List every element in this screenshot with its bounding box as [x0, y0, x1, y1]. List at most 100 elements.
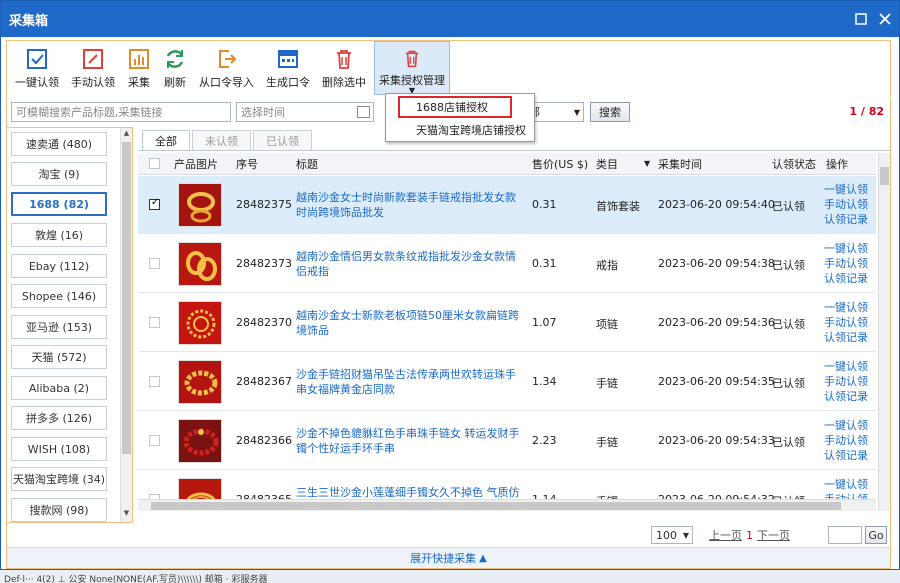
- one-click-claim-link[interactable]: 一键认领: [824, 182, 868, 197]
- generate-code-button[interactable]: 生成口令: [262, 41, 314, 95]
- toolbar-label: 手动认领: [71, 76, 115, 89]
- go-button[interactable]: Go: [865, 526, 887, 544]
- row-id: 28482367: [236, 375, 292, 388]
- sidebar-item-soukuan[interactable]: 搜款网 (98): [11, 498, 107, 522]
- header-price[interactable]: 售价(US $): [532, 156, 588, 172]
- table-row[interactable]: 28482373 越南沙金情侣男女款条纹戒指批发沙金女款情侣戒指 0.31 戒指…: [138, 235, 876, 293]
- row-checkbox[interactable]: [149, 376, 160, 387]
- trash-icon: [405, 50, 419, 68]
- header-category[interactable]: 类目: [596, 156, 618, 172]
- menu-item-1688-shop-auth[interactable]: 1688店铺授权: [398, 96, 512, 118]
- import-from-code-button[interactable]: 从口令导入: [195, 41, 258, 95]
- product-image[interactable]: [178, 183, 222, 227]
- row-checkbox[interactable]: [149, 258, 160, 269]
- one-click-claim-button[interactable]: 一键认领: [11, 41, 63, 95]
- tab-claimed[interactable]: 已认领: [253, 130, 312, 150]
- tab-all[interactable]: 全部: [142, 130, 190, 150]
- row-title[interactable]: 越南沙金女士时尚新款套装手链戒指批发女款时尚跨境饰品批发: [296, 190, 524, 220]
- row-category: 戒指: [596, 259, 618, 272]
- claim-record-link[interactable]: 认领记录: [824, 271, 868, 286]
- refresh-button[interactable]: 刷新: [159, 41, 191, 95]
- sidebar-item-shopee[interactable]: Shopee (146): [11, 284, 107, 308]
- one-click-claim-link[interactable]: 一键认领: [824, 418, 868, 433]
- sidebar-item-wish[interactable]: WISH (108): [11, 437, 107, 461]
- table-row[interactable]: 28482366 沙金不掉色貔貅红色手串珠手链女 转运发财手镯个性好运手环手串 …: [138, 412, 876, 470]
- manual-claim-link[interactable]: 手动认领: [824, 374, 868, 389]
- sidebar-item-taobao[interactable]: 淘宝 (9): [11, 162, 107, 186]
- manual-claim-button[interactable]: 手动认领: [67, 41, 119, 95]
- sidebar-item-tmall[interactable]: 天猫 (572): [11, 345, 107, 369]
- next-page-link[interactable]: 下一页: [757, 527, 790, 543]
- product-image[interactable]: [178, 419, 222, 463]
- row-time: 2023-06-20 09:54:33: [658, 434, 775, 447]
- collect-button[interactable]: 采集: [123, 41, 155, 95]
- manual-claim-link[interactable]: 手动认领: [824, 256, 868, 271]
- page-size-select[interactable]: 100 ▼: [651, 526, 693, 544]
- header-status[interactable]: 认领状态: [772, 156, 816, 172]
- one-click-claim-link[interactable]: 一键认领: [824, 477, 868, 492]
- maximize-icon: [855, 13, 867, 25]
- table-row[interactable]: 28482367 沙金手链招财猫吊坠古法传承两世欢转运珠手串女福牌黄金店同款 1…: [138, 353, 876, 411]
- sort-caret-icon[interactable]: ▼: [644, 159, 650, 168]
- sidebar-item-dunhuang[interactable]: 敦煌 (16): [11, 223, 107, 247]
- delete-selected-button[interactable]: 删除选中: [318, 41, 370, 95]
- row-category: 手链: [596, 377, 618, 390]
- scroll-down-icon[interactable]: ▼: [121, 509, 132, 521]
- product-image[interactable]: [178, 242, 222, 286]
- row-checkbox[interactable]: [149, 197, 160, 210]
- one-click-claim-link[interactable]: 一键认领: [824, 241, 868, 256]
- row-ops: 一键认领 手动认领 认领记录: [824, 182, 868, 227]
- claim-record-link[interactable]: 认领记录: [824, 448, 868, 463]
- go-to-page-input[interactable]: [828, 526, 862, 544]
- product-image[interactable]: [178, 301, 222, 345]
- claim-record-link[interactable]: 认领记录: [824, 389, 868, 404]
- sidebar-item-1688[interactable]: 1688 (82): [11, 192, 107, 216]
- time-picker-input[interactable]: 选择时间: [236, 102, 374, 122]
- sidebar-item-amazon[interactable]: 亚马逊 (153): [11, 315, 107, 339]
- expand-quick-collect-button[interactable]: 展开快捷采集 ▲: [6, 547, 891, 569]
- row-checkbox[interactable]: [149, 317, 160, 328]
- header-time[interactable]: 采集时间: [658, 156, 702, 172]
- manual-claim-link[interactable]: 手动认领: [824, 433, 868, 448]
- search-button[interactable]: 搜索: [590, 102, 630, 122]
- claim-record-link[interactable]: 认领记录: [824, 212, 868, 227]
- row-title[interactable]: 沙金手链招财猫吊坠古法传承两世欢转运珠手串女福牌黄金店同款: [296, 367, 524, 397]
- manual-claim-link[interactable]: 手动认领: [824, 197, 868, 212]
- table-row[interactable]: 28482375 越南沙金女士时尚新款套装手链戒指批发女款时尚跨境饰品批发 0.…: [138, 176, 876, 234]
- sidebar-item-alibaba[interactable]: Alibaba (2): [11, 376, 107, 400]
- sidebar-scrollbar[interactable]: ▲ ▼: [120, 128, 132, 522]
- keyword-search-input[interactable]: 可模糊搜索产品标题,采集链接: [11, 102, 231, 122]
- prev-page-link[interactable]: 上一页: [709, 527, 742, 543]
- menu-item-tmall-taobao-cross-auth[interactable]: 天猫淘宝跨境店铺授权: [386, 119, 534, 141]
- one-click-claim-link[interactable]: 一键认领: [824, 300, 868, 315]
- scroll-thumb[interactable]: [151, 502, 841, 510]
- claim-record-link[interactable]: 认领记录: [824, 330, 868, 345]
- sidebar-item-ebay[interactable]: Ebay (112): [11, 254, 107, 278]
- row-title[interactable]: 越南沙金女士新款老板项链50厘米女款扁链跨境饰品: [296, 308, 524, 338]
- scroll-thumb[interactable]: [122, 142, 131, 454]
- sidebar-item-pinduoduo[interactable]: 拼多多 (126): [11, 406, 107, 430]
- row-checkbox[interactable]: [149, 435, 160, 446]
- sidebar-item-tmall-taobao-cross[interactable]: 天猫淘宝跨境 (34): [11, 467, 107, 491]
- product-image[interactable]: [178, 360, 222, 404]
- collect-auth-manage-button[interactable]: 采集授权管理 ▼: [374, 41, 450, 95]
- sidebar-item-aliexpress[interactable]: 速卖通 (480): [11, 132, 107, 156]
- one-click-claim-link[interactable]: 一键认领: [824, 359, 868, 374]
- toolbar-label: 生成口令: [266, 76, 310, 89]
- tab-unclaimed[interactable]: 未认领: [192, 130, 251, 150]
- table-vertical-scrollbar[interactable]: [878, 153, 890, 511]
- header-id[interactable]: 序号: [236, 156, 258, 172]
- table-horizontal-scrollbar[interactable]: [138, 499, 876, 511]
- row-title[interactable]: 沙金不掉色貔貅红色手串珠手链女 转运发财手镯个性好运手环手串: [296, 426, 524, 456]
- header-title[interactable]: 标题: [296, 156, 318, 172]
- select-all-checkbox[interactable]: [149, 158, 160, 169]
- table-row[interactable]: 28482370 越南沙金女士新款老板项链50厘米女款扁链跨境饰品 1.07 项…: [138, 294, 876, 352]
- background-strip: Def·l··· 4(2) ⊥ 公安 None(NONE(AF.写员)\\\\\…: [4, 575, 268, 583]
- calendar-icon[interactable]: [357, 106, 370, 118]
- maximize-button[interactable]: [851, 9, 871, 29]
- scroll-thumb[interactable]: [880, 167, 889, 185]
- row-title[interactable]: 越南沙金情侣男女款条纹戒指批发沙金女款情侣戒指: [296, 249, 524, 279]
- manual-claim-link[interactable]: 手动认领: [824, 315, 868, 330]
- scroll-up-icon[interactable]: ▲: [121, 129, 132, 141]
- close-button[interactable]: [875, 9, 895, 29]
